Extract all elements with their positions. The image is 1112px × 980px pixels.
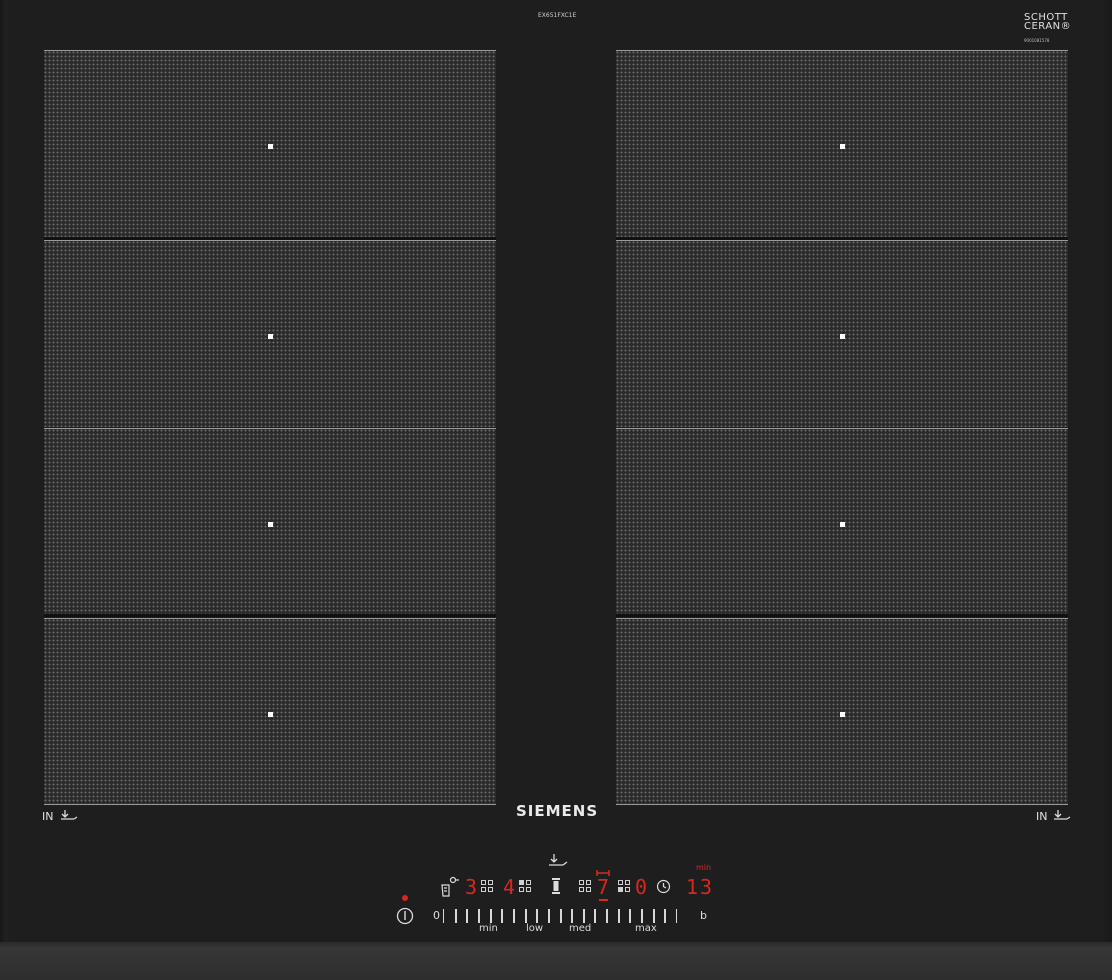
glass-brand-logo: SCHOTT CERAN®	[1024, 13, 1072, 32]
pan-sensor-icon[interactable]	[548, 853, 568, 867]
slider-boost-label: b	[700, 909, 707, 922]
zone-center-dot	[840, 334, 845, 339]
zone-left-1[interactable]	[44, 50, 496, 237]
zone-selector-icon[interactable]	[519, 880, 533, 894]
zone-active-marker	[599, 899, 608, 901]
slider-label-low: low	[526, 923, 544, 934]
serial-number: 9001081578	[1024, 38, 1050, 43]
slider-segment[interactable]	[641, 909, 644, 923]
slider-segment[interactable]	[454, 909, 457, 923]
zone-selector-icon[interactable]	[618, 880, 632, 894]
zone-center-dot	[840, 144, 845, 149]
slider-segment[interactable]	[443, 909, 444, 923]
power-indicator-led	[402, 895, 408, 901]
zone-left-4[interactable]	[44, 618, 496, 805]
slider-segment[interactable]	[629, 909, 632, 923]
zone-center-dot	[840, 712, 845, 717]
timer-display: 13	[686, 875, 715, 899]
slider-segment[interactable]	[489, 909, 492, 923]
slider-segment[interactable]	[547, 909, 550, 923]
zone-right-4[interactable]	[616, 618, 1068, 805]
zone-center-dot	[840, 522, 845, 527]
slider-segment[interactable]	[676, 909, 677, 923]
slider-segment[interactable]	[524, 909, 527, 923]
zone-center-dot	[268, 334, 273, 339]
slider-segment[interactable]	[559, 909, 562, 923]
slider-segment[interactable]	[466, 909, 469, 923]
zone-center-dot	[268, 144, 273, 149]
slider-segment[interactable]	[594, 909, 597, 923]
cooktop-frame-edge	[0, 942, 1112, 980]
zone-divider	[44, 614, 496, 617]
slider-zero-label: 0	[433, 909, 440, 922]
slider-segment[interactable]	[606, 909, 609, 923]
slider-segment[interactable]	[617, 909, 620, 923]
slider-segment[interactable]	[664, 909, 667, 923]
zone-4-power-level: 0	[635, 875, 648, 899]
zone-selector-icon[interactable]	[579, 880, 593, 894]
slider-label-max: max	[635, 923, 657, 934]
pan-sensor-icon	[61, 810, 78, 820]
zone-1-power-level: 3	[465, 875, 478, 899]
slider-segment[interactable]	[512, 909, 515, 923]
zone-divider	[616, 614, 1068, 617]
timer-icon[interactable]	[656, 879, 671, 894]
glass-brand-line-2: CERAN®	[1024, 21, 1072, 32]
cooktop: EX651FXC1E SCHOTT CERAN® 9001081578 IN I…	[0, 0, 1112, 980]
slider-label-min: min	[479, 923, 498, 934]
zone-2-power-level: 4	[503, 875, 516, 899]
brand-logo: SIEMENS	[516, 802, 599, 820]
slider-segment[interactable]	[536, 909, 539, 923]
pan-sensor-icon	[1054, 810, 1071, 820]
slider-segment[interactable]	[582, 909, 585, 923]
flex-zone-icon[interactable]	[550, 877, 562, 895]
zone-selector-icon[interactable]	[481, 880, 495, 894]
left-induction-label: IN	[42, 810, 54, 823]
zone-3-power-level: 7	[597, 875, 610, 899]
zone-center-dot	[268, 522, 273, 527]
child-lock-icon[interactable]	[440, 876, 460, 898]
slider-segment[interactable]	[652, 909, 655, 923]
slider-segment[interactable]	[571, 909, 574, 923]
zone-right-2[interactable]	[616, 240, 1068, 427]
power-icon[interactable]	[396, 907, 414, 925]
zone-left-2[interactable]	[44, 240, 496, 427]
timer-unit-label: min	[696, 863, 712, 872]
slider-segment[interactable]	[477, 909, 480, 923]
zone-left-3[interactable]	[44, 428, 496, 614]
zone-center-dot	[268, 712, 273, 717]
slider-label-med: med	[569, 923, 592, 934]
zone-right-3[interactable]	[616, 428, 1068, 614]
right-induction-label: IN	[1036, 810, 1048, 823]
zone-right-1[interactable]	[616, 50, 1068, 237]
model-label: EX651FXC1E	[538, 12, 577, 19]
slider-segment[interactable]	[501, 909, 504, 923]
